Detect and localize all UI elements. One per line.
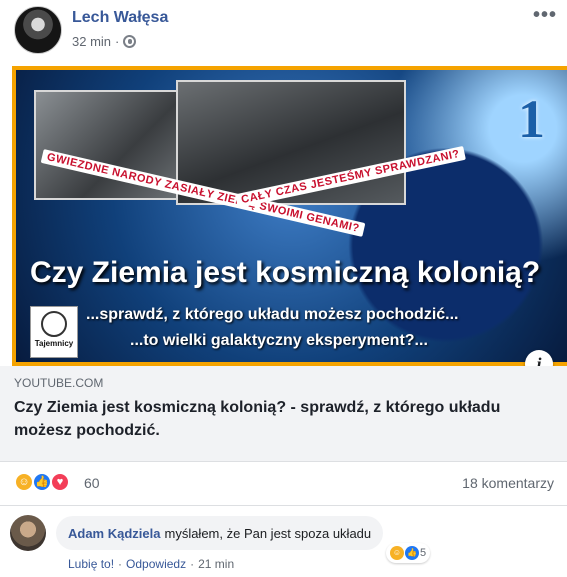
meta-separator: · (115, 34, 120, 49)
like-icon: 👍 (405, 546, 419, 560)
post-meta: 32 min · (72, 34, 137, 49)
action-separator: · (190, 557, 195, 571)
comment-timestamp[interactable]: 21 min (198, 557, 234, 571)
comment-bubble: Adam Kądziela myślałem, że Pan jest spoz… (56, 516, 384, 550)
link-preview-image[interactable]: 1 GWIEZDNE NARODY ZASIAŁY ZIEMIĘ SWOIMI … (12, 66, 567, 366)
channel-logo: Tajemnicy (30, 306, 78, 358)
banner-subline-2: ...to wielki galaktyczny eksperyment?... (130, 332, 428, 349)
comment-like-button[interactable]: Lubię to! (68, 557, 114, 571)
comment-text: myślałem, że Pan jest spoza układu (164, 525, 372, 541)
post-author-name[interactable]: Lech Wałęsa (72, 9, 168, 27)
comments-count[interactable]: 18 komentarzy (462, 475, 554, 491)
reactions-count[interactable]: 60 (84, 475, 100, 491)
vitruvian-icon (41, 311, 67, 337)
more-options-icon[interactable]: ••• (533, 4, 557, 27)
comment-item: Adam Kądziela myślałem, że Pan jest spoz… (0, 505, 567, 577)
author-avatar[interactable] (14, 6, 62, 54)
channel-logo-name: Tajemnicy (34, 339, 74, 348)
post-timestamp[interactable]: 32 min (72, 34, 111, 49)
comment-actions: Lubię to! · Odpowiedz · 21 min (68, 557, 234, 571)
commenter-name[interactable]: Adam Kądziela (68, 526, 160, 541)
comment-reactions[interactable]: ☺ 👍 5 (386, 543, 431, 563)
haha-icon[interactable]: ☺ (14, 472, 34, 492)
link-title[interactable]: Czy Ziemia jest kosmiczną kolonią? - spr… (14, 396, 544, 442)
banner-background: 1 GWIEZDNE NARODY ZASIAŁY ZIEMIĘ SWOIMI … (16, 70, 567, 362)
post-header: Lech Wałęsa 32 min · ••• (0, 0, 567, 64)
episode-number: 1 (518, 89, 545, 149)
post-stats: ☺ 👍 ♥ 60 18 komentarzy (0, 462, 567, 502)
commenter-avatar[interactable] (10, 515, 46, 551)
link-domain: YOUTUBE.COM (14, 376, 104, 390)
link-preview-details[interactable]: YOUTUBE.COM Czy Ziemia jest kosmiczną ko… (0, 366, 567, 462)
like-icon[interactable]: 👍 (32, 472, 52, 492)
banner-headline: Czy Ziemia jest kosmiczną kolonią? (30, 256, 541, 289)
comment-reactions-count: 5 (420, 547, 427, 559)
comment-reply-button[interactable]: Odpowiedz (126, 557, 186, 571)
globe-icon[interactable] (123, 35, 137, 48)
action-separator: · (118, 557, 123, 571)
love-icon[interactable]: ♥ (50, 472, 70, 492)
haha-icon: ☺ (390, 546, 404, 560)
banner-subline-1: ...sprawdź, z którego układu możesz poch… (86, 306, 459, 323)
